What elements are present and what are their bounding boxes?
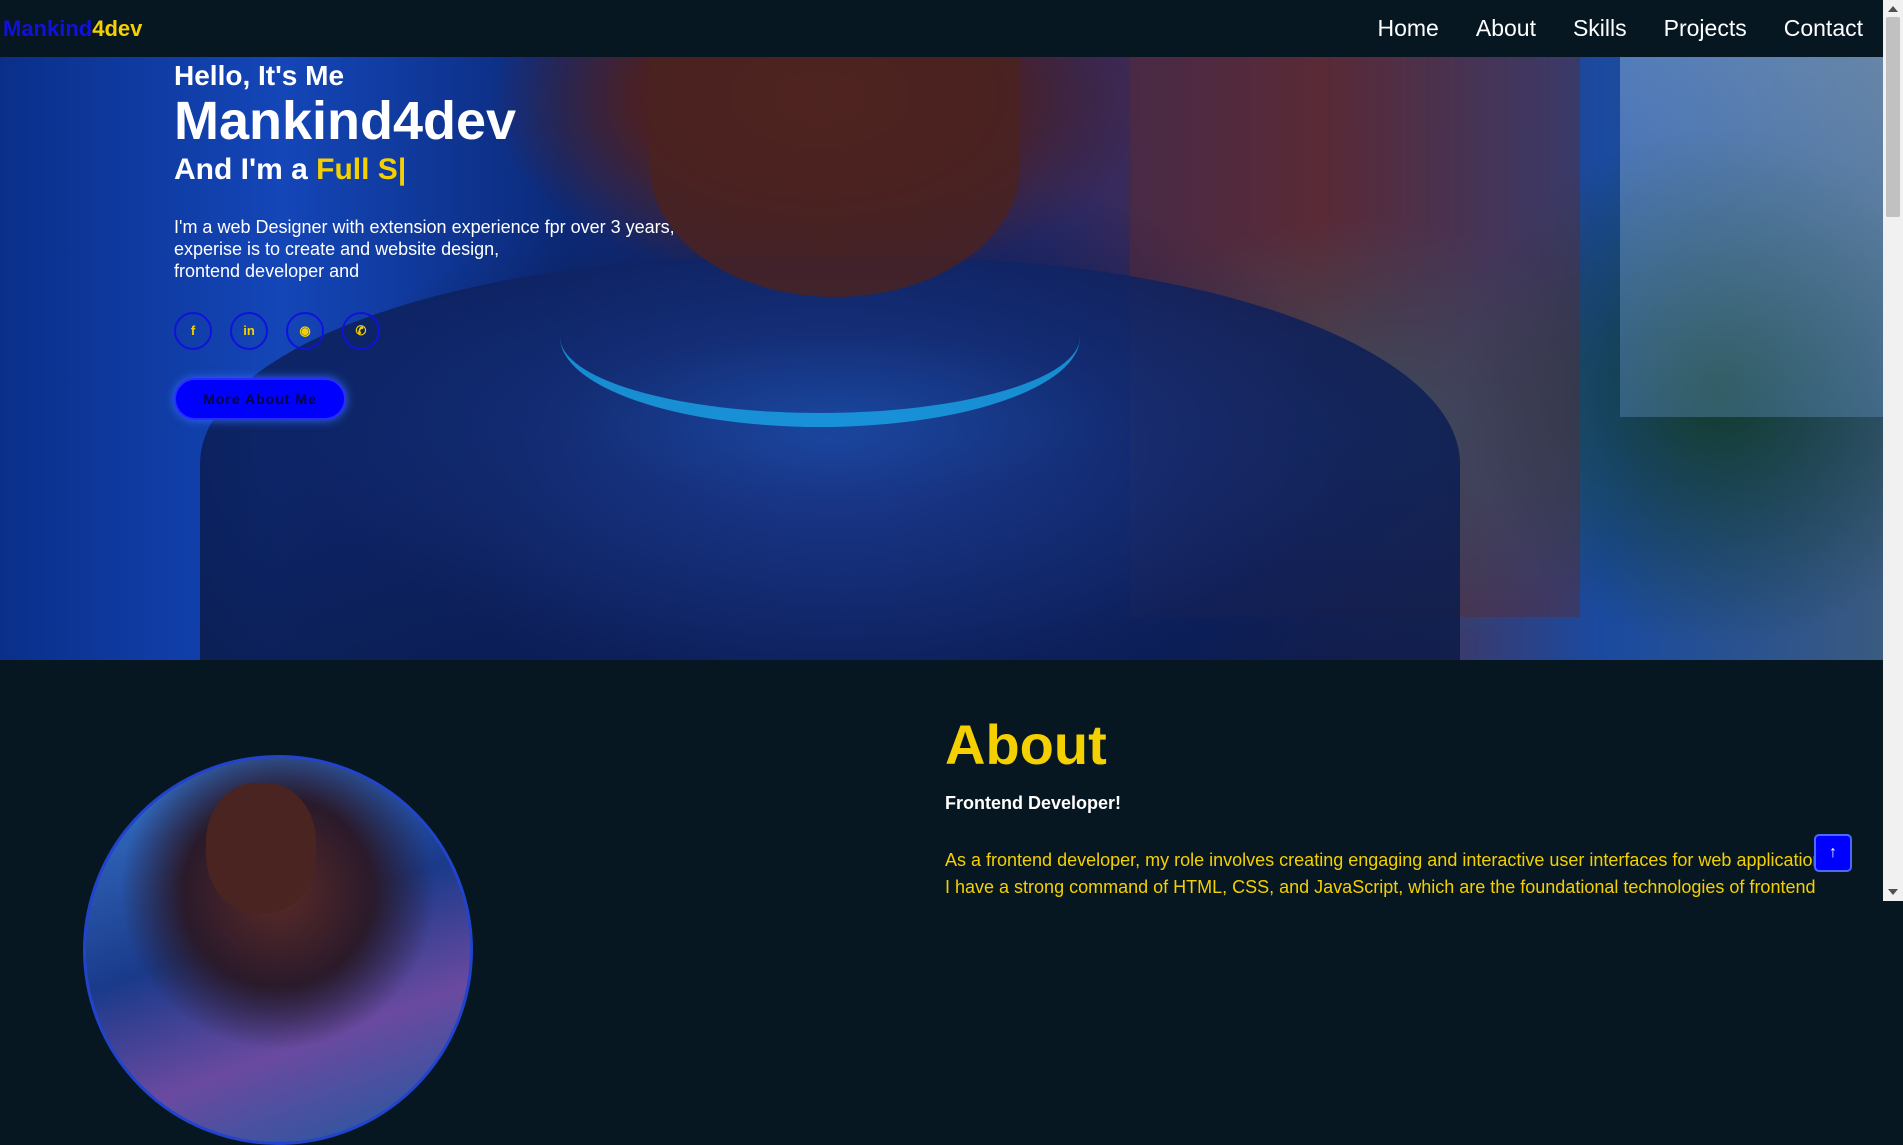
arrow-up-icon: ↑ [1829, 844, 1837, 861]
logo[interactable]: Mankind4dev [0, 16, 142, 42]
facebook-icon[interactable]: f [174, 311, 212, 350]
scroll-up-arrow-icon[interactable] [1888, 6, 1898, 12]
hero-greeting: Hello, It's Me [174, 60, 345, 91]
github-icon[interactable]: ◉ [286, 311, 324, 350]
hero-section: Hello, It's Me Mankind4dev And I'm a Ful… [0, 57, 1883, 660]
logo-part-2: 4dev [92, 15, 143, 41]
nav-link-about[interactable]: About [1476, 15, 1536, 42]
about-text-line: I have a strong command of HTML, CSS, an… [945, 877, 1816, 897]
nav-link-skills[interactable]: Skills [1573, 15, 1627, 42]
hero-description-line: experise is to create and website design… [174, 238, 500, 259]
nav-link-projects[interactable]: Projects [1664, 15, 1747, 42]
hero-content: Hello, It's Me Mankind4dev And I'm a Ful… [174, 60, 675, 420]
hero-description-line: frontend developer and [174, 260, 360, 281]
hero-background-window [1620, 57, 1883, 417]
avatar [83, 755, 473, 1145]
page-scrollbar[interactable] [1883, 0, 1903, 901]
hero-description-line: I'm a web Designer with extension experi… [174, 216, 675, 237]
more-about-me-button[interactable]: More About Me [174, 377, 346, 420]
about-title: About [945, 713, 1107, 776]
hero-role-typed: Full S| [316, 152, 407, 186]
about-text-line: As a frontend developer, my role involve… [945, 850, 1837, 870]
nav-link-home[interactable]: Home [1378, 15, 1439, 42]
nav-link-contact[interactable]: Contact [1784, 15, 1863, 42]
scroll-down-arrow-icon[interactable] [1888, 889, 1898, 895]
about-section: About Frontend Developer! As a frontend … [0, 660, 1883, 1145]
hero-role-prefix: And I'm a [174, 152, 317, 186]
scroll-to-top-button[interactable]: ↑ [1814, 834, 1852, 872]
logo-part-1: Mankind [3, 15, 93, 41]
avatar-face [206, 783, 316, 913]
hero-role: And I'm a Full S| [174, 153, 675, 187]
social-links: f in ◉ ✆ [174, 311, 675, 350]
about-subtitle: Frontend Developer! [945, 793, 1122, 813]
linkedin-icon[interactable]: in [230, 311, 268, 350]
navbar: Mankind4dev Home About Skills Projects C… [0, 0, 1883, 57]
hero-name: Mankind4dev [174, 91, 517, 151]
nav-links: Home About Skills Projects Contact [1378, 15, 1884, 42]
whatsapp-icon[interactable]: ✆ [342, 311, 380, 350]
scrollbar-thumb[interactable] [1886, 17, 1900, 217]
about-text: As a frontend developer, my role involve… [945, 847, 1875, 901]
hero-description: I'm a web Designer with extension experi… [174, 216, 675, 282]
